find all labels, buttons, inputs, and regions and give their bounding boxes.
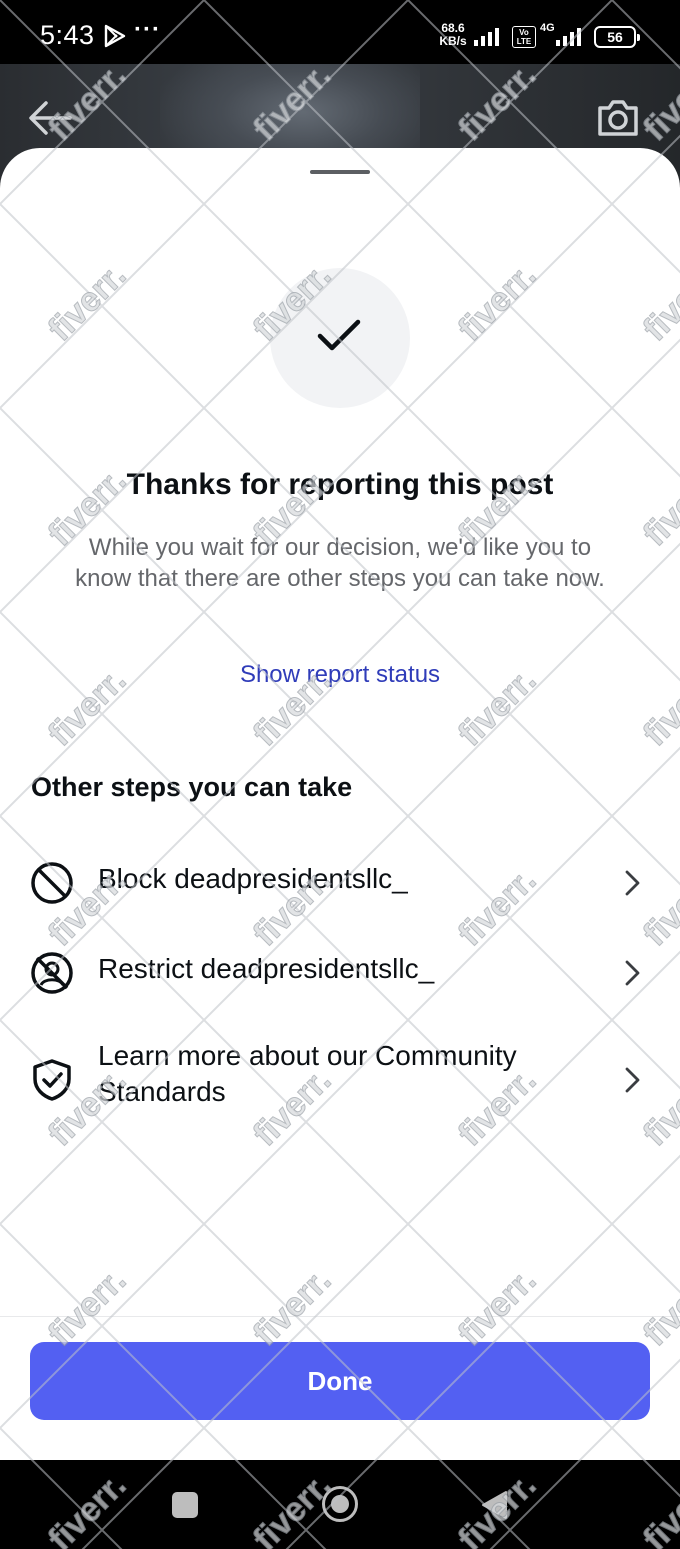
- recent-apps-button[interactable]: [172, 1492, 198, 1518]
- block-user-option[interactable]: Block deadpresidentsllc_: [0, 853, 680, 913]
- restrict-icon: [31, 952, 73, 994]
- chevron-right-icon: [625, 1067, 640, 1093]
- back-arrow-icon[interactable]: [28, 100, 72, 136]
- community-standards-option[interactable]: Learn more about our Community Standards: [0, 1036, 680, 1120]
- network-speed: 68.6 KB/s: [436, 22, 470, 48]
- block-user-label: Block deadpresidentsllc_: [98, 863, 408, 894]
- signal-strength-icon: [474, 28, 499, 46]
- block-icon: [31, 862, 73, 904]
- play-store-icon: [104, 24, 126, 48]
- shield-check-icon: [33, 1059, 71, 1101]
- success-badge: [270, 268, 410, 408]
- battery-indicator: 56: [594, 26, 640, 48]
- more-notifications-icon: ···: [134, 16, 161, 43]
- footer-divider: [0, 1316, 680, 1317]
- signal-strength-2-icon: [556, 28, 581, 46]
- confirmation-subtitle: While you wait for our decision, we'd li…: [75, 534, 605, 592]
- done-button[interactable]: Done: [30, 1342, 650, 1420]
- confirmation-title: Thanks for reporting this post: [126, 468, 554, 501]
- network-speed-unit: KB/s: [439, 34, 467, 48]
- volte-icon: Vo LTE: [512, 26, 536, 48]
- other-steps-heading: Other steps you can take: [31, 772, 353, 802]
- home-button[interactable]: [322, 1486, 358, 1522]
- community-standards-label: Learn more about our Community Standards: [98, 1040, 517, 1107]
- status-bar: 5:43 ··· 68.6 KB/s Vo LTE 4G 56: [0, 0, 680, 64]
- checkmark-icon: [317, 319, 361, 351]
- restrict-user-option[interactable]: Restrict deadpresidentsllc_: [0, 943, 680, 1003]
- back-triangle-icon[interactable]: [480, 1490, 508, 1520]
- system-nav-bar: [0, 1460, 680, 1549]
- report-confirmation-sheet: Thanks for reporting this post While you…: [0, 148, 680, 1460]
- status-time: 5:43: [40, 20, 95, 50]
- sheet-drag-handle[interactable]: [310, 170, 370, 174]
- chevron-right-icon: [625, 960, 640, 986]
- restrict-user-label: Restrict deadpresidentsllc_: [98, 953, 435, 984]
- show-report-status-link[interactable]: Show report status: [0, 661, 680, 689]
- camera-icon[interactable]: [596, 98, 640, 138]
- chevron-right-icon: [625, 870, 640, 896]
